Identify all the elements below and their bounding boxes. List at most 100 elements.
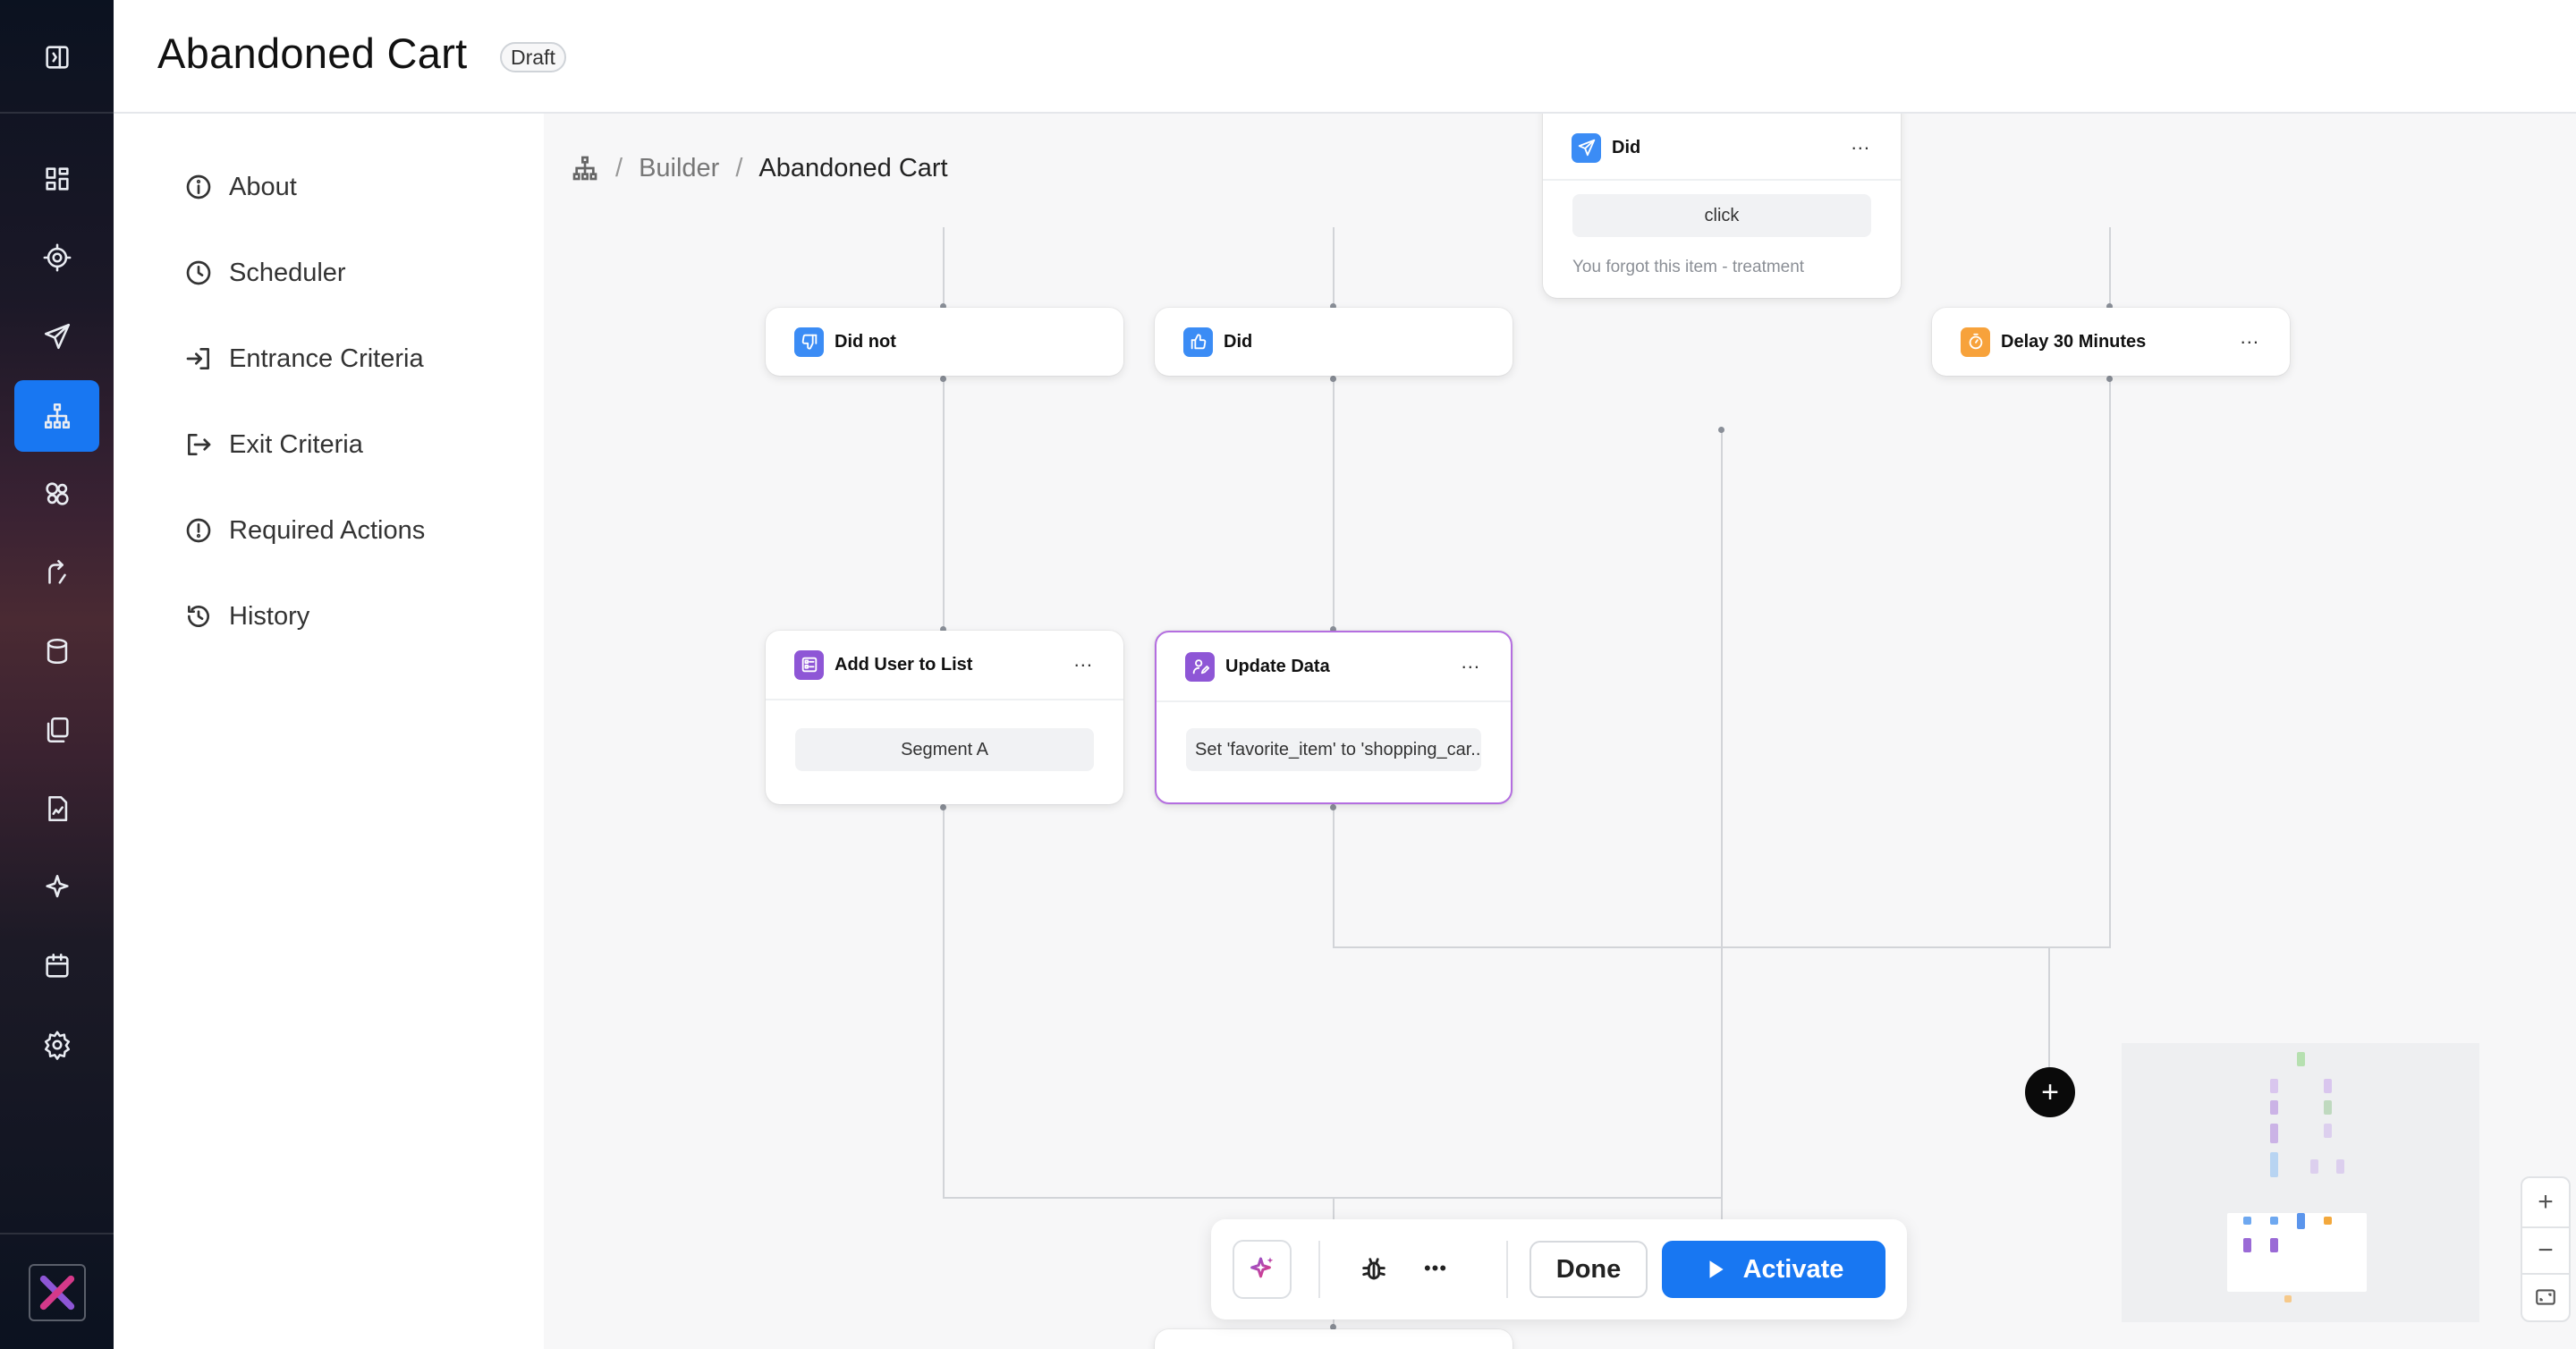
menu-item-about[interactable]: About [184,165,297,208]
flow-node-delay[interactable]: Delay 30 Minutes ... [1932,308,2290,376]
flow-node-did-send[interactable]: Did ... click You forgot this item - tre… [1543,114,1901,298]
zoom-in-button[interactable]: + [2522,1178,2569,1226]
connector-handle[interactable] [1330,804,1336,810]
activate-label: Activate [1742,1254,1844,1284]
node-segment-chip[interactable]: Segment A [795,728,1094,771]
settings-icon[interactable] [14,1009,99,1081]
node-menu-button[interactable]: ... [1462,650,1480,674]
flow-node-did-not[interactable]: Did not [766,308,1123,376]
menu-item-label: Entrance Criteria [229,344,424,373]
ai-assistant-button[interactable] [1233,1240,1292,1299]
minimap-node [2324,1079,2332,1093]
breadcrumb-separator: / [615,153,623,182]
zoom-out-button[interactable]: − [2522,1226,2569,1275]
segments-icon[interactable] [14,458,99,530]
page-title: Abandoned Cart [157,30,468,77]
flow-node-add-user-to-list[interactable]: Add User to List ... Segment A [766,631,1123,804]
node-subtext: You forgot this item - treatment [1572,258,1805,276]
sidebar-toggle-icon[interactable] [14,21,99,93]
journey-icon[interactable] [14,537,99,608]
reports-icon[interactable] [14,773,99,844]
more-options-button[interactable]: ••• [1413,1246,1458,1291]
minimap-node [2270,1079,2278,1093]
menu-item-exit-criteria[interactable]: Exit Criteria [184,423,363,466]
minimap-node [2324,1124,2332,1138]
node-action-chip[interactable]: Set 'favorite_item' to 'shopping_car... [1186,728,1481,771]
breadcrumb: / Builder / Abandoned Cart [571,146,948,191]
connector-handle[interactable] [2106,376,2113,382]
toolbar-divider [1506,1241,1508,1298]
node-title: Delay 30 Minutes [2001,331,2147,352]
menu-item-entrance-criteria[interactable]: Entrance Criteria [184,337,424,380]
done-button[interactable]: Done [1530,1241,1648,1298]
templates-icon[interactable] [14,694,99,766]
menu-item-label: About [229,172,297,201]
add-node-button[interactable]: + [2025,1067,2075,1117]
flow-node-did[interactable]: Did [1155,308,1513,376]
activate-button[interactable]: Activate [1662,1241,1885,1298]
menu-item-required-actions[interactable]: Required Actions [184,509,425,552]
node-divider [1543,179,1901,181]
flow-node-next[interactable] [1155,1329,1513,1349]
calendar-icon[interactable] [14,930,99,1002]
database-icon[interactable] [14,615,99,687]
minimap-node [2324,1217,2332,1225]
flow-builder-icon[interactable] [14,380,99,452]
send-icon[interactable] [14,301,99,372]
flow-node-update-data[interactable]: Update Data ... Set 'favorite_item' to '… [1155,631,1513,804]
icon-rail [0,0,114,1349]
rail-divider [0,112,114,114]
list-icon [794,649,824,680]
minimap-node [2297,1052,2305,1066]
alert-icon [186,518,211,543]
canvas-toolbar: ••• Done Activate [1211,1219,1907,1319]
minimap-node [2270,1124,2278,1143]
node-divider [1157,700,1511,702]
connector-line [2109,377,2111,947]
send-icon [1572,132,1601,163]
target-icon[interactable] [14,222,99,293]
dashboard-icon[interactable] [14,143,99,215]
connector-handle[interactable] [940,376,946,382]
enter-icon [186,348,209,369]
page-header: Abandoned Cart Draft [114,0,2576,114]
exit-icon [188,434,211,455]
minimap-node [2243,1238,2251,1252]
ai-sparkle-icon[interactable] [14,852,99,923]
connector-handle[interactable] [940,804,946,810]
menu-item-scheduler[interactable]: Scheduler [184,251,346,294]
node-menu-button[interactable]: ... [1852,132,1870,155]
connector-line [1333,946,2111,948]
settings-menu: About Scheduler Entrance Criteria Exit C… [114,114,544,1349]
toolbar-divider [1318,1241,1320,1298]
rail-divider [0,1233,114,1234]
menu-item-label: Required Actions [229,515,426,545]
menu-item-history[interactable]: History [184,595,309,638]
connector-handle[interactable] [1718,427,1724,433]
info-icon [186,174,211,199]
user-edit-icon [1185,651,1215,682]
breadcrumb-current: Abandoned Cart [758,153,948,182]
minimap[interactable] [2122,1043,2479,1322]
history-icon [188,606,209,627]
fit-view-icon[interactable] [2522,1273,2569,1321]
flow-canvas[interactable]: / Builder / Abandoned Cart Did ... click… [544,114,2576,1349]
breadcrumb-builder-link[interactable]: Builder [639,154,719,183]
minimap-node [2270,1152,2278,1177]
bug-icon[interactable] [1354,1250,1394,1289]
node-title: Did [1612,137,1641,157]
timer-icon [1961,327,1990,357]
node-condition-chip[interactable]: click [1572,194,1871,237]
flow-builder-icon[interactable] [571,154,599,182]
status-badge: Draft [500,42,566,72]
ai-sparkle-icon [1250,1257,1274,1278]
minimap-node [2324,1100,2332,1115]
node-menu-button[interactable]: ... [2241,326,2259,349]
app-logo[interactable] [29,1264,86,1321]
clock-icon [186,260,211,285]
connector-handle[interactable] [1330,376,1336,382]
node-menu-button[interactable]: ... [1074,649,1093,672]
breadcrumb-separator: / [735,153,743,182]
node-divider [766,699,1123,700]
connector-line [1721,428,1723,1313]
